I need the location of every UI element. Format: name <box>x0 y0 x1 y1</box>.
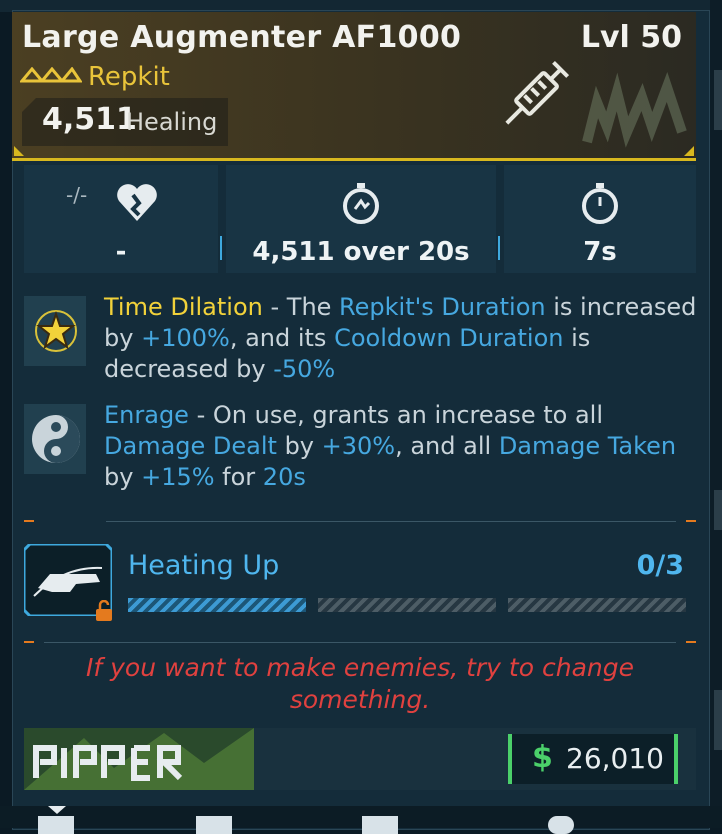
perk-text-segment: by <box>104 463 142 491</box>
stopwatch-heal-icon <box>343 183 379 224</box>
caret-down-icon <box>48 806 66 814</box>
perk-text-segment: +15% <box>141 463 215 491</box>
primary-stat-box: 4,511 Healing <box>22 98 228 146</box>
challenge-title: Heating Up <box>128 550 280 581</box>
heart-broken-icon <box>116 184 157 221</box>
scroll-nub <box>714 690 722 750</box>
perk-description: Time Dilation - The Repkit's Duration is… <box>104 292 704 385</box>
stat-value: 7s <box>583 237 617 267</box>
yin-yang-icon <box>24 404 86 474</box>
keybind-key[interactable] <box>196 816 232 834</box>
perk-text-segment: , and its <box>229 324 335 352</box>
section-divider <box>44 642 676 643</box>
stat-cell-cooldown: 7s <box>504 165 696 273</box>
stat-value: - <box>115 237 127 267</box>
perk-text-segment: Damage Dealt <box>104 432 277 460</box>
challenge-progress-segment <box>318 598 496 612</box>
corner-marker <box>14 146 24 156</box>
primary-stat-label: Healing <box>126 108 218 136</box>
price-box: $ 26,010 <box>508 734 678 784</box>
challenge-count: 0/3 <box>636 550 684 581</box>
perk-text-segment: Repkit's Duration <box>339 293 546 321</box>
keybind-key[interactable] <box>38 816 74 834</box>
divider-dash <box>24 520 34 522</box>
stat-cell-heal-over-time: 4,511 over 20s <box>226 165 496 273</box>
stat-cell-unknown: -/- - <box>24 165 218 273</box>
perk-text-segment: Enrage <box>104 401 189 429</box>
challenge-progress-segment <box>128 598 306 612</box>
scroll-nub <box>714 490 722 530</box>
star-burst-icon <box>24 296 86 366</box>
stopwatch-icon <box>582 183 618 224</box>
keybind-key[interactable] <box>548 816 574 834</box>
perk-text-segment: - On use, grants an increase to all <box>188 401 603 429</box>
scroll-nub <box>714 70 722 130</box>
challenge-progress-segment <box>508 598 686 612</box>
divider-dash <box>686 641 696 643</box>
perk-text-segment: - The <box>262 293 340 321</box>
item-level: Lvl 50 <box>580 20 682 55</box>
brand-graffiti-icon <box>582 72 687 148</box>
divider-dash <box>24 641 34 643</box>
corner-marker <box>684 146 694 156</box>
flavor-quote: If you want to make enemies, try to chan… <box>86 653 634 714</box>
syringe-icon <box>505 60 570 125</box>
perk-text-segment: -50% <box>273 355 336 383</box>
section-divider <box>106 521 676 522</box>
lock-open-icon <box>96 600 112 621</box>
perk-text-segment: for <box>214 463 263 491</box>
perk-text-segment: Time Dilation <box>104 293 263 321</box>
stat-tag: -/- <box>66 183 88 207</box>
currency-icon: $ <box>532 740 553 775</box>
price-value: 26,010 <box>566 742 664 775</box>
rarity-chevrons-icon <box>20 67 82 83</box>
stat-separator <box>220 236 222 260</box>
divider-dash <box>686 520 696 522</box>
item-name: Large Augmenter AF1000 <box>22 20 462 55</box>
primary-stat-value: 4,511 <box>42 102 137 137</box>
perk-text-segment: +100% <box>141 324 230 352</box>
ripper-logo <box>24 728 254 790</box>
perk-text-segment: , and all <box>395 432 499 460</box>
right-edge-panel <box>710 0 722 828</box>
keybind-row <box>0 806 722 834</box>
item-type: Repkit <box>88 62 170 92</box>
perk-text-segment: Cooldown Duration <box>334 324 564 352</box>
perk-text-segment: 20s <box>262 463 306 491</box>
item-footer: $ 26,010 <box>24 728 696 790</box>
perk-text-segment: Damage Taken <box>498 432 677 460</box>
perk-text-segment: +30% <box>321 432 396 460</box>
keybind-key[interactable] <box>362 816 398 834</box>
stat-value: 4,511 over 20s <box>252 237 470 267</box>
perk-text-segment: by <box>276 432 322 460</box>
item-header: Large Augmenter AF1000 Lvl 50 Repkit 4,5… <box>12 12 696 161</box>
perk-description: Enrage - On use, grants an increase to a… <box>104 400 704 493</box>
stat-separator <box>498 236 500 260</box>
